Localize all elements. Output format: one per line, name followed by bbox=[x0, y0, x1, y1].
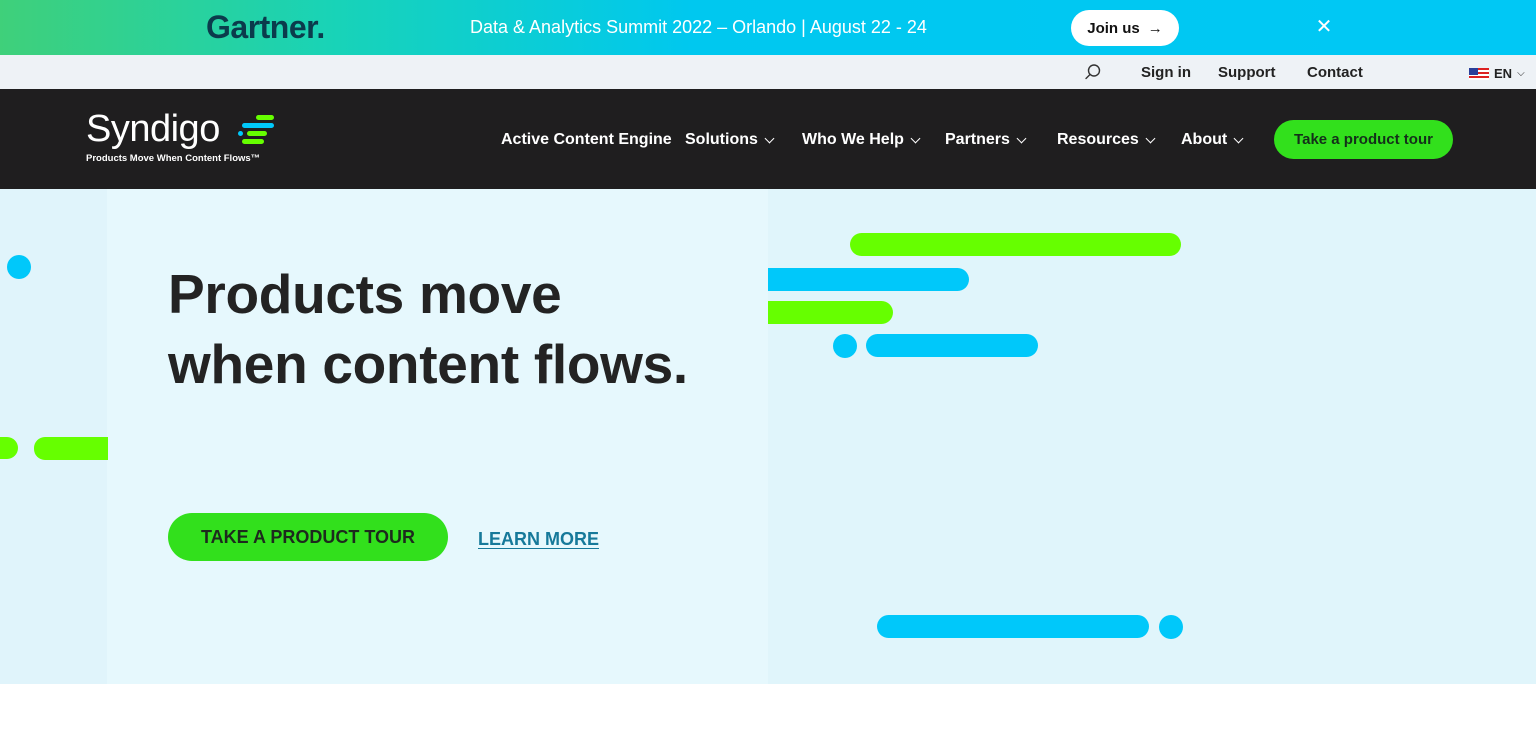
search-icon[interactable] bbox=[1084, 63, 1102, 81]
language-selector[interactable]: EN ⌵ bbox=[1469, 66, 1525, 81]
gartner-logo-text: Gartner bbox=[206, 9, 317, 45]
nav-item-label: Solutions bbox=[685, 131, 758, 148]
chevron-down-icon bbox=[910, 133, 921, 143]
us-flag-icon bbox=[1469, 67, 1489, 80]
nav-item-active-content-engine[interactable]: Active Content Engine bbox=[501, 131, 672, 149]
close-icon[interactable]: ✕ bbox=[1313, 15, 1335, 38]
gartner-logo-dot: . bbox=[316, 9, 325, 45]
promo-headline: Data & Analytics Summit 2022 – Orlando |… bbox=[470, 17, 927, 37]
nav-item-about[interactable]: About bbox=[1181, 131, 1244, 149]
nav-item-solutions[interactable]: Solutions bbox=[685, 131, 775, 149]
logo-wordmark: Syndigo bbox=[86, 108, 220, 150]
nav-item-label: Who We Help bbox=[802, 131, 904, 148]
nav-item-who-we-help[interactable]: Who We Help bbox=[802, 131, 921, 149]
learn-more-link[interactable]: LEARN MORE bbox=[478, 529, 599, 550]
hero-section: Products move when content flows. TAKE A… bbox=[0, 189, 1536, 684]
decorative-dot bbox=[833, 334, 857, 358]
join-us-label: Join us bbox=[1087, 19, 1140, 37]
chevron-down-icon bbox=[1145, 133, 1156, 143]
contact-link[interactable]: Contact bbox=[1307, 64, 1363, 81]
nav-item-label: Partners bbox=[945, 131, 1010, 148]
decorative-bar bbox=[877, 615, 1149, 638]
logo-mark-icon bbox=[238, 115, 274, 144]
logo-tagline: Products Move When Content Flows™ bbox=[86, 153, 261, 164]
hero-right-panel bbox=[768, 189, 1536, 684]
join-us-button[interactable]: Join us → bbox=[1071, 10, 1179, 46]
main-navigation: Syndigo Products Move When Content Flows… bbox=[0, 89, 1536, 189]
chevron-down-icon: ⌵ bbox=[1517, 68, 1525, 79]
decorative-bar bbox=[34, 437, 108, 460]
gartner-logo[interactable]: Gartner. bbox=[206, 9, 325, 46]
chevron-down-icon bbox=[764, 133, 775, 143]
nav-item-label: About bbox=[1181, 131, 1228, 148]
chevron-down-icon bbox=[1016, 133, 1027, 143]
hero-heading: Products move when content flows. bbox=[168, 263, 688, 395]
decorative-bar bbox=[850, 233, 1181, 256]
decorative-dot bbox=[7, 255, 31, 279]
nav-item-partners[interactable]: Partners bbox=[945, 131, 1027, 149]
sign-in-link[interactable]: Sign in bbox=[1141, 64, 1191, 81]
decorative-bar bbox=[768, 268, 969, 291]
nav-item-label: Resources bbox=[1057, 131, 1139, 148]
decorative-dot bbox=[1159, 615, 1183, 639]
decorative-bar bbox=[866, 334, 1038, 357]
utility-bar: Sign in Support Contact EN ⌵ bbox=[0, 55, 1536, 89]
language-label: EN bbox=[1494, 66, 1513, 81]
chevron-down-icon bbox=[1233, 133, 1244, 143]
support-link[interactable]: Support bbox=[1218, 64, 1276, 81]
take-product-tour-button[interactable]: TAKE A PRODUCT TOUR bbox=[168, 513, 448, 561]
promo-banner: Gartner. Data & Analytics Summit 2022 – … bbox=[0, 0, 1536, 55]
syndigo-logo[interactable]: Syndigo Products Move When Content Flows… bbox=[86, 108, 274, 164]
nav-item-label: Active Content Engine bbox=[501, 131, 672, 148]
arrow-right-icon: → bbox=[1147, 19, 1163, 37]
nav-item-resources[interactable]: Resources bbox=[1057, 131, 1156, 149]
decorative-bar bbox=[768, 301, 893, 324]
take-product-tour-nav-button[interactable]: Take a product tour bbox=[1274, 120, 1453, 159]
